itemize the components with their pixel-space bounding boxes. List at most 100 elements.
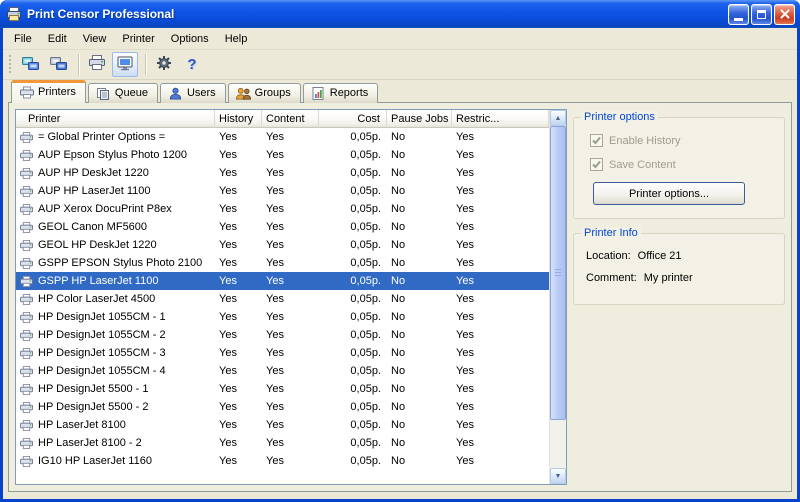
- toolbar: ?: [3, 50, 797, 80]
- tab-label: Queue: [115, 87, 148, 99]
- menu-printer[interactable]: Printer: [114, 30, 162, 48]
- toolbar-button-printer-pair[interactable]: [45, 52, 71, 77]
- tab-users[interactable]: Users: [160, 83, 226, 103]
- printer-row[interactable]: HP DesignJet 1055CM - 1YesYes0,05p.NoYes: [16, 308, 549, 326]
- pause-jobs-cell: No: [387, 131, 452, 143]
- scroll-down-button[interactable]: ▼: [550, 468, 566, 484]
- cost-cell: 0,05p.: [319, 419, 387, 431]
- printer-row[interactable]: HP Color LaserJet 4500YesYes0,05p.NoYes: [16, 290, 549, 308]
- pause-jobs-cell: No: [387, 437, 452, 449]
- history-cell: Yes: [215, 383, 262, 395]
- location-value: Office 21: [638, 250, 682, 262]
- vertical-scrollbar[interactable]: ▲ ▼: [549, 110, 566, 484]
- printer-row[interactable]: HP LaserJet 8100 - 2YesYes0,05p.NoYes: [16, 434, 549, 452]
- tab-printers[interactable]: Printers: [11, 80, 86, 103]
- printer-row[interactable]: HP LaserJet 8100YesYes0,05p.NoYes: [16, 416, 549, 434]
- printer-row[interactable]: GEOL Canon MF5600YesYes0,05p.NoYes: [16, 218, 549, 236]
- queue-tab-icon: [96, 86, 111, 100]
- checkbox-label: Enable History: [609, 135, 681, 147]
- tab-reports[interactable]: Reports: [303, 83, 379, 103]
- window-controls: [728, 4, 795, 25]
- maximize-button[interactable]: [751, 4, 772, 25]
- column-header-content[interactable]: Content: [262, 110, 319, 128]
- toolbar-button-help[interactable]: ?: [179, 52, 205, 77]
- toolbar-button-network-printers[interactable]: [17, 52, 43, 77]
- tab-groups[interactable]: Groups: [228, 83, 301, 103]
- history-cell: Yes: [215, 455, 262, 467]
- printer-row[interactable]: GEOL HP DeskJet 1220YesYes0,05p.NoYes: [16, 236, 549, 254]
- restrictions-cell: Yes: [452, 239, 549, 251]
- restrictions-cell: Yes: [452, 131, 549, 143]
- printer-icon: [20, 132, 33, 143]
- right-panel: Printer options Enable History Save Cont…: [573, 109, 785, 485]
- close-button[interactable]: [774, 4, 795, 25]
- printer-row[interactable]: AUP HP LaserJet 1100YesYes0,05p.NoYes: [16, 182, 549, 200]
- column-header-printer[interactable]: Printer: [16, 110, 215, 128]
- printer-row[interactable]: HP DesignJet 1055CM - 4YesYes0,05p.NoYes: [16, 362, 549, 380]
- scrollbar-track[interactable]: [550, 126, 566, 468]
- printer-row[interactable]: HP DesignJet 1055CM - 2YesYes0,05p.NoYes: [16, 326, 549, 344]
- location-label: Location:: [586, 250, 631, 262]
- cost-cell: 0,05p.: [319, 239, 387, 251]
- minimize-button[interactable]: [728, 4, 749, 25]
- printer-location-row: Location: Office 21: [586, 250, 774, 262]
- printer-row[interactable]: HP DesignJet 1055CM - 3YesYes0,05p.NoYes: [16, 344, 549, 362]
- printer-name: GEOL Canon MF5600: [38, 221, 147, 233]
- restrictions-cell: Yes: [452, 455, 549, 467]
- cost-cell: 0,05p.: [319, 221, 387, 233]
- cost-cell: 0,05p.: [319, 365, 387, 377]
- printer-icon: [20, 312, 33, 323]
- menu-edit[interactable]: Edit: [40, 30, 75, 48]
- pause-jobs-cell: No: [387, 329, 452, 341]
- menu-view[interactable]: View: [75, 30, 115, 48]
- content-cell: Yes: [262, 419, 319, 431]
- printer-row[interactable]: AUP Epson Stylus Photo 1200YesYes0,05p.N…: [16, 146, 549, 164]
- printer-row[interactable]: HP DesignJet 5500 - 1YesYes0,05p.NoYes: [16, 380, 549, 398]
- printer-icon: [20, 420, 33, 431]
- printer-pair-icon: [50, 56, 67, 74]
- printer-row[interactable]: IG10 HP LaserJet 1160YesYes0,05p.NoYes: [16, 452, 549, 470]
- titlebar[interactable]: Print Censor Professional: [0, 0, 800, 28]
- history-cell: Yes: [215, 437, 262, 449]
- column-header-history[interactable]: History: [215, 110, 262, 128]
- restrictions-cell: Yes: [452, 221, 549, 233]
- content-cell: Yes: [262, 185, 319, 197]
- restrictions-cell: Yes: [452, 203, 549, 215]
- column-header-cost[interactable]: Cost: [319, 110, 387, 128]
- pause-jobs-cell: No: [387, 365, 452, 377]
- cost-cell: 0,05p.: [319, 455, 387, 467]
- menu-options[interactable]: Options: [163, 30, 217, 48]
- tab-queue[interactable]: Queue: [88, 83, 158, 103]
- printer-row[interactable]: GSPP HP LaserJet 1100YesYes0,05p.NoYes: [16, 272, 549, 290]
- printer-row[interactable]: AUP Xerox DocuPrint P8exYesYes0,05p.NoYe…: [16, 200, 549, 218]
- printer-options-button[interactable]: Printer options...: [593, 182, 745, 205]
- toolbar-button-monitor[interactable]: [112, 52, 138, 77]
- printer-icon: [20, 168, 33, 179]
- printer-name: IG10 HP LaserJet 1160: [38, 455, 152, 467]
- printer-row[interactable]: AUP HP DeskJet 1220YesYes0,05p.NoYes: [16, 164, 549, 182]
- pause-jobs-cell: No: [387, 347, 452, 359]
- scrollbar-thumb[interactable]: [550, 126, 566, 420]
- comment-value: My printer: [644, 272, 693, 284]
- history-cell: Yes: [215, 131, 262, 143]
- printer-name: GEOL HP DeskJet 1220: [38, 239, 157, 251]
- pause-jobs-cell: No: [387, 311, 452, 323]
- column-header-pause-jobs[interactable]: Pause Jobs: [387, 110, 452, 128]
- menu-file[interactable]: File: [6, 30, 40, 48]
- printer-icon: [20, 348, 33, 359]
- history-cell: Yes: [215, 257, 262, 269]
- printer-icon: [20, 222, 33, 233]
- history-cell: Yes: [215, 401, 262, 413]
- toolbar-button-settings[interactable]: [151, 52, 177, 77]
- scroll-up-button[interactable]: ▲: [550, 110, 566, 126]
- restrictions-cell: Yes: [452, 365, 549, 377]
- printer-row[interactable]: HP DesignJet 5500 - 2YesYes0,05p.NoYes: [16, 398, 549, 416]
- menu-help[interactable]: Help: [217, 30, 256, 48]
- toolbar-button-print[interactable]: [84, 52, 110, 77]
- printer-row[interactable]: = Global Printer Options =YesYes0,05p.No…: [16, 128, 549, 146]
- printer-name: GSPP HP LaserJet 1100: [38, 275, 158, 287]
- column-header-restrictions[interactable]: Restric...: [452, 110, 549, 128]
- cost-cell: 0,05p.: [319, 149, 387, 161]
- tab-label: Users: [187, 87, 216, 99]
- printer-row[interactable]: GSPP EPSON Stylus Photo 2100YesYes0,05p.…: [16, 254, 549, 272]
